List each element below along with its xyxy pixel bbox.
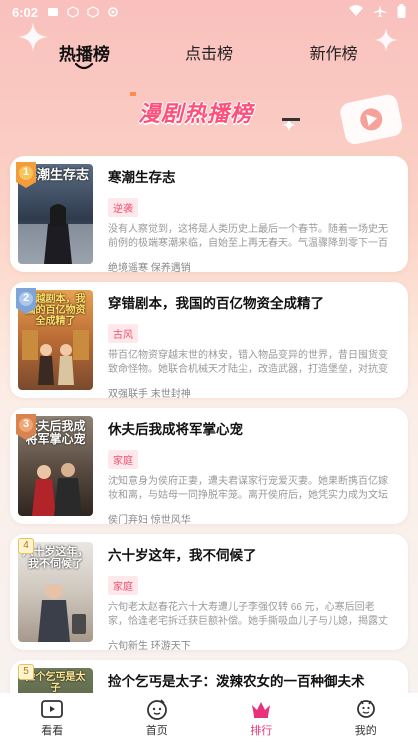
tab-clicks[interactable]: 点击榜 (174, 40, 244, 70)
item-info: 休夫后我成将军掌心宠 家庭 沈知意身为侯府正妻，遭夫君谋家行宠爱灭妻。她果断携百… (108, 418, 394, 526)
list-item[interactable]: 寒潮生存志 1 寒潮生存志 逆袭 没有人察觉到，这将是人类历史上最后一个春节。随… (10, 156, 408, 274)
list-item[interactable]: 休夫后我成将军掌心宠 3 休夫后我成将军掌心宠 家庭 沈知意身为侯府正妻，遭夫君… (10, 408, 408, 526)
nav-label: 看看 (41, 725, 64, 737)
tab-label: 新作榜 (309, 46, 358, 63)
nav-label: 排行 (250, 725, 273, 737)
rank-tabs: 热播榜 点击榜 新作榜 (0, 40, 418, 70)
tab-label: 点击榜 (184, 46, 233, 63)
item-title: 穿错剧本，我国的百亿物资全成精了 (108, 296, 324, 311)
item-info: 捡个乞丐是太子：泼辣农女的一百种御夫术 (108, 670, 394, 690)
item-keywords: 绝境遥寒 保养遇销 (108, 263, 191, 274)
wifi-icon (349, 4, 363, 20)
video-icon (41, 700, 64, 718)
banner: 漫剧热播榜 (130, 88, 310, 136)
item-info: 六十岁这年，我不伺候了 家庭 六旬老太赵春花六十大寿遭儿子李强仅转 66 元，心… (108, 544, 394, 652)
item-description: 带百亿物资穿越末世的林安，错入物品变异的世界，昔日囤货变致命怪物。她联合机械天才… (108, 350, 388, 375)
genre-tag: 古风 (108, 324, 138, 343)
rank-number: 3 (22, 418, 30, 430)
cube-icon (66, 5, 80, 19)
rank-badge: 4 (18, 538, 34, 554)
settings-icon (106, 5, 120, 19)
tab-new[interactable]: 新作榜 (299, 40, 369, 70)
rank-badge-bronze: 3 (12, 412, 40, 442)
list-item[interactable]: 穿越剧本，我国的百亿物资全成精了 2 穿错剧本，我国的百亿物资全成精了 古风 带… (10, 282, 408, 400)
nav-label: 我的 (354, 725, 377, 737)
airplane-icon (373, 4, 387, 21)
item-keywords: 侯门弃妇 惊世风华 (108, 515, 191, 526)
notification-icon (46, 5, 60, 19)
item-title: 六十岁这年，我不伺候了 (108, 548, 257, 563)
genre-tag: 逆袭 (108, 198, 138, 217)
banner-accent (130, 92, 136, 96)
cover-image: 六十岁这年，我不伺候了 (18, 542, 93, 642)
banner-dash (282, 118, 300, 121)
item-description: 六旬老太赵春花六十大寿遭儿子李强仅转 66 元，心寒后回老家，恰逢老宅拆迁获巨额… (108, 602, 388, 627)
cube-icon (86, 5, 100, 19)
rank-number: 2 (22, 292, 30, 304)
bottom-nav: 看看 首页 排行 我的 (0, 693, 418, 743)
banner-title: 漫剧热播榜 (138, 101, 254, 126)
nav-home[interactable]: 首页 (117, 698, 197, 738)
nav-watch[interactable]: 看看 (12, 698, 92, 738)
genre-tag: 家庭 (108, 576, 138, 595)
nav-label: 首页 (145, 725, 168, 737)
rank-badge: 5 (18, 664, 34, 680)
tab-active-indicator (75, 62, 94, 70)
genre-tag: 家庭 (108, 450, 138, 469)
status-time: 6:02 (12, 4, 39, 20)
item-info: 穿错剧本，我国的百亿物资全成精了 古风 带百亿物资穿越末世的林安，错入物品变异的… (108, 292, 394, 400)
profile-icon (356, 700, 375, 718)
video-camera-illustration (340, 94, 403, 145)
item-keywords: 双强联手 末世封神 (108, 389, 191, 400)
crown-icon (252, 702, 271, 718)
list-item[interactable]: 六十岁这年，我不伺候了 4 六十岁这年，我不伺候了 家庭 六旬老太赵春花六十大寿… (10, 534, 408, 652)
rank-number: 1 (22, 166, 30, 178)
rank-badge-gold: 1 (12, 160, 40, 190)
item-description: 沈知意身为侯府正妻，遭夫君谋家行宠爱灭妻。她果断携百亿嫁妆和离，与姑母一同挣脱牢… (108, 476, 388, 501)
status-bar: 6:02 (0, 0, 418, 24)
item-info: 寒潮生存志 逆袭 没有人察觉到，这将是人类历史上最后一个春节。随着一场史无前例的… (108, 166, 394, 274)
nav-profile[interactable]: 我的 (326, 698, 406, 738)
item-title: 捡个乞丐是太子：泼辣农女的一百种御夫术 (108, 674, 365, 689)
item-description: 没有人察觉到，这将是人类历史上最后一个春节。随着一场史无前例的极端寒潮来临，自始… (108, 224, 388, 249)
nav-ranking[interactable]: 排行 (221, 698, 301, 738)
item-title: 休夫后我成将军掌心宠 (108, 422, 243, 437)
item-title: 寒潮生存志 (108, 170, 176, 185)
home-face-icon (146, 699, 167, 720)
item-keywords: 六旬新生 环游天下 (108, 641, 191, 652)
tab-hot[interactable]: 热播榜 (49, 40, 119, 70)
battery-icon (397, 3, 406, 21)
rank-badge-silver: 2 (12, 286, 40, 316)
